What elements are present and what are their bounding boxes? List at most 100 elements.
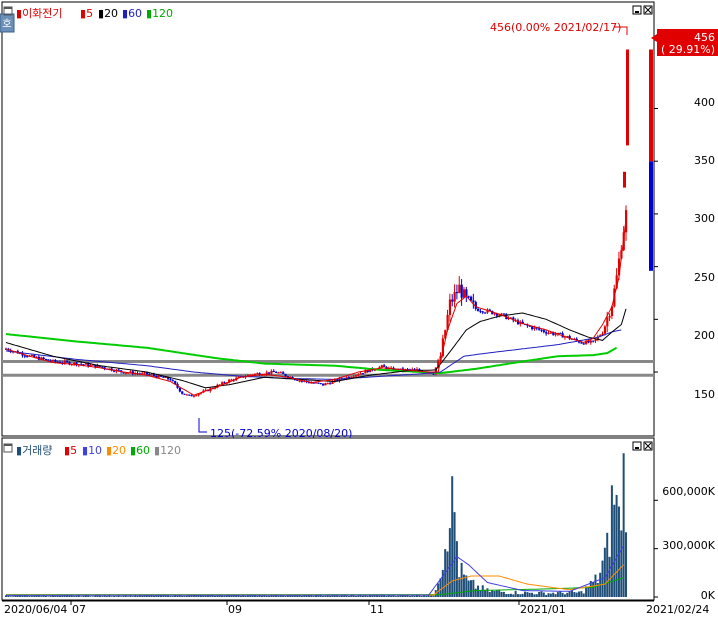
volume-bar xyxy=(98,595,101,597)
candle-body xyxy=(533,327,536,330)
volume-bar xyxy=(202,595,205,597)
volume-bar xyxy=(284,596,287,597)
volume-bar xyxy=(423,595,426,597)
volume-bar xyxy=(566,592,569,597)
volume-bar xyxy=(465,575,468,597)
volume-bar xyxy=(361,595,364,597)
volume-bar xyxy=(91,596,94,597)
volume-bar xyxy=(554,594,557,597)
x-label-2021-01: 2021/01 xyxy=(520,603,566,616)
x-label-end: 2021/02/24 xyxy=(646,603,709,616)
candle-body xyxy=(502,313,506,315)
vol-tick-600k: 600,000K xyxy=(662,485,715,498)
volume-bar xyxy=(169,596,172,597)
volume-bar xyxy=(563,594,566,597)
candle-body xyxy=(479,311,482,313)
volume-bar xyxy=(507,594,510,597)
volume-bar xyxy=(268,595,271,597)
candle-body xyxy=(54,359,57,362)
volume-bar xyxy=(127,596,130,597)
volume-bar xyxy=(185,595,188,597)
volume-bar xyxy=(75,595,78,597)
volume-bar xyxy=(613,504,616,597)
volume-bar xyxy=(418,595,421,597)
price-panel-frame xyxy=(1,1,655,437)
volume-bar xyxy=(105,596,108,597)
candle-body xyxy=(455,292,459,294)
volume-bar xyxy=(538,591,541,597)
volume-bar xyxy=(509,593,512,597)
candle-body xyxy=(623,171,626,188)
volume-bar xyxy=(282,595,285,597)
volume-bar xyxy=(113,596,116,597)
volume-bar xyxy=(122,595,125,597)
volume-bar xyxy=(625,532,627,597)
volume-bar xyxy=(82,595,85,597)
volume-bar xyxy=(183,596,186,597)
volume-bar xyxy=(279,595,282,597)
volume-bar xyxy=(441,569,444,597)
candle-body xyxy=(188,394,191,396)
volume-bar xyxy=(378,595,381,597)
volume-bar xyxy=(580,591,583,597)
candle-body xyxy=(171,380,174,382)
candle-body xyxy=(284,373,287,377)
candle-body xyxy=(268,372,271,374)
volume-bar xyxy=(467,580,470,597)
volume-bar xyxy=(136,595,139,597)
x-label-start: 2020/06/04 xyxy=(4,603,67,616)
legend-ma60: ▮60 xyxy=(122,7,142,20)
volume-bar xyxy=(33,595,36,597)
candle-body xyxy=(477,308,480,312)
candle-body xyxy=(603,326,607,334)
candle-body xyxy=(181,391,184,394)
volume-bar xyxy=(12,596,15,597)
volume-bar xyxy=(481,585,484,597)
volume-bar xyxy=(221,595,224,597)
candle-body xyxy=(559,332,562,334)
volume-bar xyxy=(214,595,217,597)
y-tick-350: 350 xyxy=(694,154,715,167)
candle-body xyxy=(169,379,172,381)
volume-bar xyxy=(477,585,480,597)
candle-body xyxy=(481,311,484,313)
volume-bar xyxy=(474,588,477,597)
volume-bar xyxy=(324,595,327,597)
volume-bar xyxy=(117,595,120,597)
legend-vol60: ▮60 xyxy=(130,444,150,457)
legend-ma20: ▮20 xyxy=(98,7,118,20)
volume-bar xyxy=(545,594,548,597)
volume-bar xyxy=(131,596,134,597)
volume-bar xyxy=(256,595,259,597)
vol-tick-300k: 300,000K xyxy=(662,539,715,552)
volume-bar xyxy=(366,595,369,597)
volume-bar xyxy=(265,595,268,597)
volume-bar xyxy=(277,595,280,597)
volume-bar xyxy=(570,590,573,597)
volume-bar xyxy=(425,595,428,597)
volume-bar xyxy=(488,591,491,597)
stock-chart: 호 ▮이화전기 ▮5 ▮20 ▮60 ▮120 ▮거래량 ▮5 ▮10 ▮20 … xyxy=(0,1,718,616)
last-candle-body-down xyxy=(649,161,653,271)
volume-bar xyxy=(531,592,534,597)
candle-body xyxy=(44,359,48,361)
volume-bar xyxy=(89,596,92,597)
candle-body xyxy=(545,332,548,334)
volume-bar xyxy=(521,593,524,597)
volume-bar xyxy=(26,595,29,597)
volume-bar xyxy=(181,595,184,597)
menu-icon-bar xyxy=(4,444,12,446)
candle-body xyxy=(608,316,611,318)
candle-body xyxy=(117,369,120,371)
volume-bar xyxy=(620,530,623,597)
volume-bar xyxy=(408,595,411,597)
candle-body xyxy=(30,355,34,357)
volume-bar xyxy=(239,595,242,597)
candle-body xyxy=(162,376,165,378)
candle-body xyxy=(549,332,553,334)
candle-body xyxy=(315,382,318,384)
candle-body xyxy=(592,340,595,342)
volume-bar xyxy=(223,595,226,597)
candle-body xyxy=(317,382,320,384)
volume-bar xyxy=(573,592,576,597)
